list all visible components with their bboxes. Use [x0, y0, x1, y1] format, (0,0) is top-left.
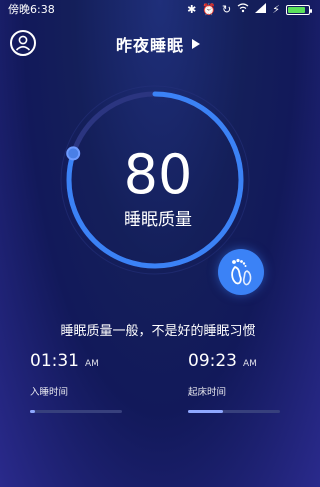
- page-title: 昨夜睡眠: [115, 36, 184, 55]
- wake-time-bar: [188, 410, 280, 413]
- sleep-time-value: 01:31: [30, 351, 79, 371]
- chevron-right-icon: [192, 39, 200, 49]
- battery-icon: [286, 5, 312, 15]
- sleep-score-label: 睡眠质量: [124, 210, 192, 230]
- sync-icon: ↻: [222, 3, 232, 16]
- wake-time-ampm: AM: [243, 359, 257, 369]
- wake-time-bar-fill: [188, 410, 223, 413]
- footprint-button[interactable]: [218, 249, 264, 295]
- sleep-time-block: 01:31 AM 入睡时间: [30, 350, 140, 413]
- sleep-time-value-row: 01:31 AM: [30, 350, 140, 375]
- sleep-time-ampm: AM: [85, 359, 99, 369]
- sleep-time-label: 入睡时间: [30, 387, 69, 398]
- signal-icon: [255, 0, 267, 20]
- charging-icon: ⚡: [272, 3, 280, 16]
- status-time: 傍晚6:38: [8, 3, 55, 16]
- wake-time-block: 09:23 AM 起床时间: [188, 350, 298, 413]
- header: 昨夜睡眠: [0, 32, 316, 56]
- wake-time-value: 09:23: [188, 351, 237, 371]
- title-dropdown[interactable]: 昨夜睡眠: [116, 32, 200, 56]
- status-bar: 傍晚6:38 ✱ ⏰ ↻ ⚡: [0, 0, 316, 20]
- alarm-icon: ⏰: [202, 3, 217, 16]
- wake-time-label: 起床时间: [188, 387, 227, 398]
- sleep-advice: 睡眠质量一般，不是好的睡眠习惯: [60, 324, 256, 339]
- status-icons: ✱ ⏰ ↻ ⚡: [187, 0, 312, 20]
- sleep-time-bar: [30, 410, 122, 413]
- battery-level: [288, 7, 305, 13]
- sleep-score: 80: [123, 143, 193, 206]
- wake-time-value-row: 09:23 AM: [188, 350, 298, 375]
- sleep-time-bar-fill: [30, 410, 35, 413]
- bluetooth-icon: ✱: [187, 3, 197, 16]
- wifi-icon: [237, 0, 249, 20]
- footprint-icon: [231, 258, 252, 286]
